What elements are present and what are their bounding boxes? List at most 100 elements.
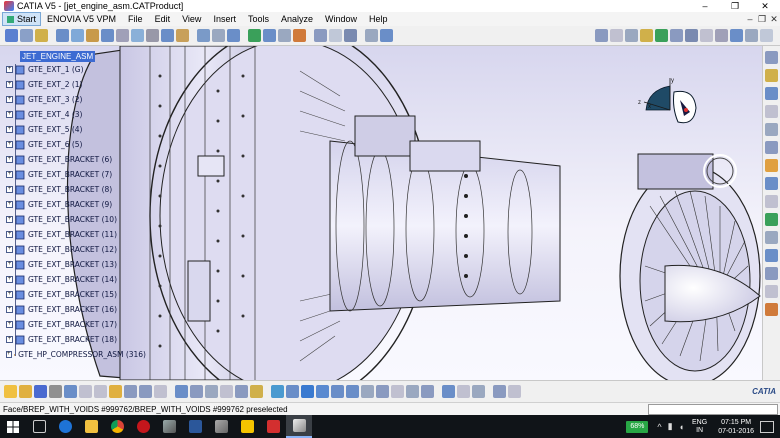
tree-node[interactable]: + GTE_EXT_BRACKET (8) xyxy=(6,182,146,197)
move-icon[interactable] xyxy=(329,29,342,42)
fit-all-icon[interactable] xyxy=(286,385,299,398)
part-icon[interactable] xyxy=(86,29,99,42)
word-taskbar-button[interactable] xyxy=(182,415,208,438)
tree-node[interactable]: + GTE_EXT_BRACKET (16) xyxy=(6,302,146,317)
tools-palette-icon[interactable] xyxy=(508,385,521,398)
fly-mode-icon[interactable] xyxy=(271,385,284,398)
publish-icon[interactable] xyxy=(365,29,378,42)
3d-viewport[interactable]: JET_ENGINE_ASM + GTE_EXT_1 (G) + GTE_EXT_2… xyxy=(0,46,762,380)
snap-icon[interactable] xyxy=(176,29,189,42)
view-mode-icon[interactable] xyxy=(391,385,404,398)
explode-icon[interactable] xyxy=(197,29,210,42)
expand-icon[interactable]: + xyxy=(6,141,13,148)
expand-icon[interactable]: + xyxy=(6,231,13,238)
scenes-icon[interactable] xyxy=(278,29,291,42)
tree-node[interactable]: + GTE_EXT_BRACKET (10) xyxy=(6,212,146,227)
close-button[interactable]: ✕ xyxy=(750,0,780,12)
expand-icon[interactable]: + xyxy=(6,276,13,283)
component-icon[interactable] xyxy=(101,29,114,42)
windows-start-button[interactable] xyxy=(0,415,26,438)
quick-constraint-icon[interactable] xyxy=(765,285,778,298)
input-language[interactable]: ENG IN xyxy=(692,419,707,435)
measure-item-icon[interactable] xyxy=(457,385,470,398)
tree-node[interactable]: + GTE_EXT_BRACKET (18) xyxy=(6,332,146,347)
tree-node[interactable]: + GTE_EXT_BRACKET (17) xyxy=(6,317,146,332)
swap-visible-space-icon[interactable] xyxy=(421,385,434,398)
expand-icon[interactable]: + xyxy=(6,126,13,133)
new-product-icon[interactable] xyxy=(765,87,778,100)
tree-node[interactable]: + GTE_EXT_1 (G) xyxy=(6,62,146,77)
show-hidden-icons-icon[interactable]: ^ xyxy=(657,422,661,432)
material-icon[interactable] xyxy=(610,29,623,42)
menu-file[interactable]: File xyxy=(122,12,149,26)
cut-icon[interactable] xyxy=(79,385,92,398)
expand-icon[interactable]: + xyxy=(6,66,13,73)
undo-icon[interactable] xyxy=(124,385,137,398)
doc-minimize-button[interactable]: – xyxy=(744,14,756,25)
tree-node[interactable]: + GTE_EXT_6 (5) xyxy=(6,137,146,152)
expand-icon[interactable]: + xyxy=(6,261,13,268)
task-view-button[interactable] xyxy=(26,415,52,438)
print-icon[interactable] xyxy=(49,385,62,398)
pan-icon[interactable] xyxy=(301,385,314,398)
knowledge-icon[interactable] xyxy=(250,385,263,398)
maximize-button[interactable]: ❐ xyxy=(720,0,750,12)
measure-icon[interactable] xyxy=(263,29,276,42)
measure-between-icon[interactable] xyxy=(442,385,455,398)
constraint-icon[interactable] xyxy=(56,29,69,42)
compass-widget[interactable]: y z x xyxy=(634,74,704,134)
menu-help[interactable]: Help xyxy=(363,12,394,26)
multi-instantiation-icon[interactable] xyxy=(765,159,778,172)
fly-icon[interactable] xyxy=(670,29,683,42)
new-component-icon[interactable] xyxy=(765,51,778,64)
menu-window[interactable]: Window xyxy=(319,12,363,26)
ground-icon[interactable] xyxy=(685,29,698,42)
tree-node[interactable]: + GTE_EXT_BRACKET (15) xyxy=(6,287,146,302)
quick-view-bottom-icon[interactable] xyxy=(376,385,389,398)
tree-node[interactable]: + GTE_EXT_2 (1) xyxy=(6,77,146,92)
expand-icon[interactable]: + xyxy=(6,81,13,88)
graph-icon[interactable] xyxy=(131,29,144,42)
expand-icon[interactable]: + xyxy=(6,351,12,358)
walk-icon[interactable] xyxy=(655,29,668,42)
tree-node[interactable]: + GTE_EXT_4 (3) xyxy=(6,107,146,122)
volume-icon[interactable]: ◖ xyxy=(679,422,684,432)
comment-icon[interactable] xyxy=(190,385,203,398)
taskbar-clock[interactable]: 07:15 PM 07-01-2016 xyxy=(718,418,754,436)
tree-node[interactable]: + GTE_EXT_3 (2) xyxy=(6,92,146,107)
menu-insert[interactable]: Insert xyxy=(207,12,242,26)
existing-component-icon[interactable] xyxy=(765,69,778,82)
customize-icon[interactable] xyxy=(760,29,773,42)
save-icon[interactable] xyxy=(34,385,47,398)
paste-icon[interactable] xyxy=(109,385,122,398)
expand-icon[interactable]: + xyxy=(6,186,13,193)
expand-icon[interactable]: + xyxy=(6,306,13,313)
angle-icon[interactable] xyxy=(765,231,778,244)
tree-node[interactable]: + GTE_HP_COMPRESSOR_ASM (316) xyxy=(6,347,146,362)
edge-taskbar-button[interactable] xyxy=(52,415,78,438)
fix-icon[interactable] xyxy=(146,29,159,42)
open-file-icon[interactable] xyxy=(19,385,32,398)
quick-view-icon[interactable] xyxy=(64,385,77,398)
clash-icon[interactable] xyxy=(212,29,225,42)
catalog-browser-icon[interactable] xyxy=(220,385,233,398)
measure-inertia-icon[interactable] xyxy=(472,385,485,398)
norton-taskbar-button[interactable] xyxy=(234,415,260,438)
action-center-icon[interactable] xyxy=(760,420,774,433)
apply-material-icon[interactable] xyxy=(493,385,506,398)
offset-icon[interactable] xyxy=(765,213,778,226)
expand-icon[interactable]: + xyxy=(6,246,13,253)
sketcher-icon[interactable] xyxy=(235,385,248,398)
tree-node[interactable]: + GTE_EXT_BRACKET (14) xyxy=(6,272,146,287)
command-input[interactable] xyxy=(648,403,778,415)
expand-icon[interactable]: + xyxy=(6,111,13,118)
weld-icon[interactable] xyxy=(314,29,327,42)
expand-icon[interactable]: + xyxy=(6,291,13,298)
expand-icon[interactable]: + xyxy=(6,96,13,103)
zoom-in-icon[interactable] xyxy=(331,385,344,398)
redo-icon[interactable] xyxy=(139,385,152,398)
chrome-taskbar-button[interactable] xyxy=(104,415,130,438)
expand-icon[interactable]: + xyxy=(6,201,13,208)
catia-active-taskbar-button[interactable] xyxy=(286,415,312,438)
replace-component-icon[interactable] xyxy=(765,123,778,136)
